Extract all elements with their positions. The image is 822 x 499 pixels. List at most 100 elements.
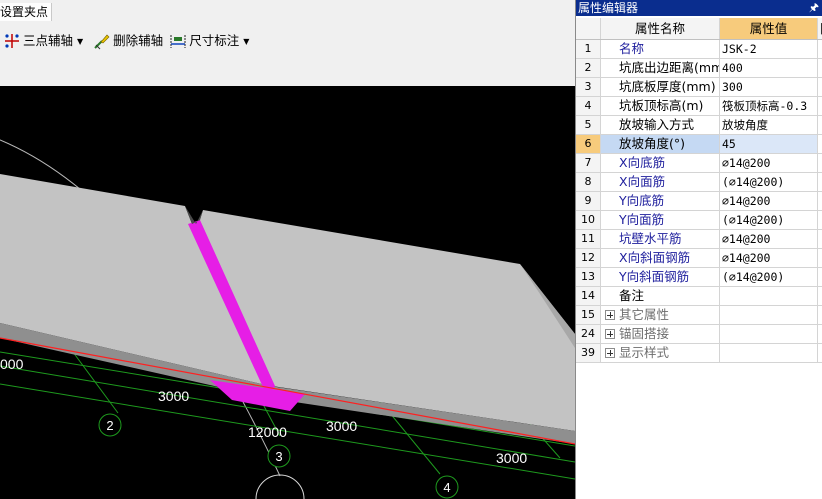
property-row[interactable]: 5 放坡输入方式 放坡角度 <box>576 116 822 135</box>
group-label: 显示样式 <box>619 345 670 360</box>
property-row[interactable]: 10 Y向面筋 (⌀14@200) <box>576 211 822 230</box>
property-row[interactable]: 9 Y向底筋 ⌀14@200 <box>576 192 822 211</box>
header-value: 属性值 <box>720 18 818 39</box>
axis-label: 3 <box>275 449 282 464</box>
group-label: 其它属性 <box>619 307 670 322</box>
three-point-axis-button[interactable]: 三点辅轴 ▼ <box>0 30 90 52</box>
model-view: 3000 12000 3000 3000 000 2 3 4 <box>0 139 575 499</box>
row-number: 10 <box>576 211 601 229</box>
header-num <box>576 18 601 39</box>
three-point-axis-label: 三点辅轴 <box>23 33 74 48</box>
property-name: Y向面筋 <box>601 211 720 229</box>
dimension-label: 尺寸标注 <box>189 33 240 48</box>
drawing-canvas[interactable]: 3000 12000 3000 3000 000 2 3 4 <box>0 86 575 499</box>
row-number: 11 <box>576 230 601 248</box>
property-name: X向面筋 <box>601 173 720 191</box>
dimension-button[interactable]: 尺寸标注 ▼ <box>166 30 256 52</box>
row-number: 9 <box>576 192 601 210</box>
property-value[interactable]: ⌀14@200 <box>720 192 818 210</box>
property-row[interactable]: 2 坑底出边距离(mm) 400 <box>576 59 822 78</box>
property-row-selected[interactable]: 6 放坡角度(°) 45 <box>576 135 822 154</box>
property-group-name[interactable]: 锚固搭接 <box>601 325 720 343</box>
tab-set-grip[interactable]: 设置夹点 <box>0 3 53 21</box>
property-value[interactable]: JSK-2 <box>720 40 818 58</box>
dimension-text: 12000 <box>248 424 287 440</box>
property-row[interactable]: 7 X向底筋 ⌀14@200 <box>576 154 822 173</box>
row-number: 3 <box>576 78 601 96</box>
property-value[interactable]: 放坡角度 <box>720 116 818 134</box>
delete-axis-icon <box>94 34 110 50</box>
row-number: 14 <box>576 287 601 305</box>
row-number: 13 <box>576 268 601 286</box>
property-value[interactable] <box>720 287 818 305</box>
property-value <box>720 325 818 343</box>
row-number: 4 <box>576 97 601 115</box>
delete-axis-label: 删除辅轴 <box>113 33 164 48</box>
property-name: X向斜面钢筋 <box>601 249 720 267</box>
property-value[interactable]: 300 <box>720 78 818 96</box>
property-name: Y向斜面钢筋 <box>601 268 720 286</box>
axis-label: 4 <box>443 480 450 495</box>
dimension-text: 000 <box>0 356 24 372</box>
row-number: 39 <box>576 344 601 362</box>
property-value[interactable]: 400 <box>720 59 818 77</box>
property-name: Y向底筋 <box>601 192 720 210</box>
property-name: 放坡角度(°) <box>601 135 720 153</box>
property-name: 备注 <box>601 287 720 305</box>
property-row[interactable]: 1 名称 JSK-2 <box>576 40 822 59</box>
property-value[interactable]: ⌀14@200 <box>720 230 818 248</box>
header-extra: 附 <box>818 18 822 39</box>
dimension-text: 3000 <box>496 450 527 466</box>
property-grid: 属性名称 属性值 附 1 名称 JSK-2 2 坑底出边距离(mm) 400 3… <box>576 18 822 363</box>
property-row[interactable]: 8 X向面筋 (⌀14@200) <box>576 173 822 192</box>
property-name: X向底筋 <box>601 154 720 172</box>
property-group-name[interactable]: 其它属性 <box>601 306 720 324</box>
property-value <box>720 306 818 324</box>
chevron-down-icon[interactable]: ▼ <box>243 37 249 46</box>
property-editor-title-text: 属性编辑器 <box>578 1 639 15</box>
row-number: 24 <box>576 325 601 343</box>
property-name: 坑底板厚度(mm) <box>601 78 720 96</box>
row-number: 5 <box>576 116 601 134</box>
property-value[interactable]: (⌀14@200) <box>720 268 818 286</box>
delete-axis-button[interactable]: 删除辅轴 <box>90 30 166 52</box>
property-group-row[interactable]: 39 显示样式 <box>576 344 822 363</box>
expand-plus-icon[interactable] <box>605 310 615 320</box>
dimension-icon <box>170 35 186 48</box>
row-number: 6 <box>576 135 601 153</box>
property-group-name[interactable]: 显示样式 <box>601 344 720 362</box>
property-row[interactable]: 13 Y向斜面钢筋 (⌀14@200) <box>576 268 822 287</box>
chevron-down-icon[interactable]: ▼ <box>77 37 83 46</box>
property-row[interactable]: 4 坑板顶标高(m) 筏板顶标高-0.3 <box>576 97 822 116</box>
pin-icon[interactable]: 🖈 <box>809 0 819 16</box>
axis-label: 2 <box>106 418 113 433</box>
row-number: 8 <box>576 173 601 191</box>
property-name: 名称 <box>601 40 720 58</box>
property-row[interactable]: 11 坑壁水平筋 ⌀14@200 <box>576 230 822 249</box>
group-label: 锚固搭接 <box>619 326 670 341</box>
property-row[interactable]: 12 X向斜面钢筋 ⌀14@200 <box>576 249 822 268</box>
dimension-text: 3000 <box>326 418 357 434</box>
expand-plus-icon[interactable] <box>605 329 615 339</box>
dimension-text: 3000 <box>158 388 189 404</box>
property-row[interactable]: 3 坑底板厚度(mm) 300 <box>576 78 822 97</box>
property-value[interactable]: ⌀14@200 <box>720 154 818 172</box>
property-row[interactable]: 14 备注 <box>576 287 822 306</box>
row-number: 2 <box>576 59 601 77</box>
grid-header: 属性名称 属性值 附 <box>576 18 822 40</box>
toolbar-row: 三点辅轴 ▼ 删除辅轴 尺寸标注 ▼ <box>0 30 256 52</box>
property-value[interactable]: ⌀14@200 <box>720 249 818 267</box>
property-name: 坑壁水平筋 <box>601 230 720 248</box>
property-name: 放坡输入方式 <box>601 116 720 134</box>
property-value[interactable]: (⌀14@200) <box>720 173 818 191</box>
property-group-row[interactable]: 24 锚固搭接 <box>576 325 822 344</box>
property-name: 坑板顶标高(m) <box>601 97 720 115</box>
property-value[interactable]: (⌀14@200) <box>720 211 818 229</box>
property-value[interactable]: 筏板顶标高-0.3 <box>720 97 818 115</box>
property-name: 坑底出边距离(mm) <box>601 59 720 77</box>
axis-arc <box>255 474 305 499</box>
property-group-row[interactable]: 15 其它属性 <box>576 306 822 325</box>
property-value[interactable]: 45 <box>720 135 818 153</box>
expand-plus-icon[interactable] <box>605 348 615 358</box>
row-number: 15 <box>576 306 601 324</box>
